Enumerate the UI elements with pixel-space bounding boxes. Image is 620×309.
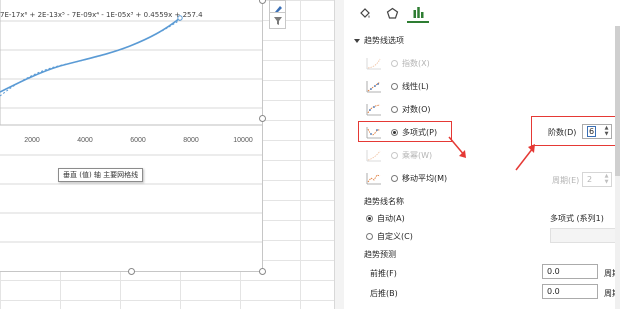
logarithmic-trend-icon <box>364 101 383 118</box>
forward-input[interactable]: 0.0 <box>542 264 598 279</box>
horizontal-gridlines[interactable] <box>0 20 262 243</box>
series-options-bar-icon <box>413 6 423 18</box>
resize-handle-right[interactable] <box>259 115 266 122</box>
linear-label: 线性(L) <box>402 81 429 91</box>
gridline-tooltip: 垂直 (值) 轴 主要网格线 <box>58 168 144 182</box>
chart-filters-button[interactable] <box>269 12 286 29</box>
chart-object[interactable]: 2000 4000 6000 8000 10000 7E-17x⁶ + 2E-1… <box>0 0 263 272</box>
option-power[interactable]: 乘幂(W) <box>364 145 432 165</box>
data-series-line[interactable] <box>0 17 181 93</box>
moving-average-radio[interactable] <box>391 174 398 182</box>
excel-window: 2000 4000 6000 8000 10000 7E-17x⁶ + 2E-1… <box>0 0 620 309</box>
period-spinner[interactable]: 2 ▲ ▼ <box>582 172 612 187</box>
name-auto-value: 多项式 (系列1) <box>550 214 604 223</box>
section-title: 趋势线选项 <box>364 36 404 45</box>
backward-label: 后推(B) <box>370 289 398 298</box>
x-tick-label: 6000 <box>130 137 146 144</box>
tab-fill-line[interactable] <box>354 3 376 23</box>
order-label: 阶数(D) <box>548 128 577 137</box>
red-arrow-polynomial <box>448 136 466 158</box>
exponential-label: 指数(X) <box>402 58 430 68</box>
logarithmic-radio[interactable] <box>391 105 398 113</box>
forecast-header: 趋势预测 <box>364 250 396 259</box>
filter-icon <box>273 16 282 25</box>
trendline-options-section-header[interactable]: 趋势线选项 <box>354 35 404 46</box>
x-tick-label: 8000 <box>183 137 199 144</box>
x-axis[interactable]: 2000 4000 6000 8000 10000 <box>24 137 253 144</box>
linear-radio[interactable] <box>391 82 398 90</box>
trendline-name-header: 趋势线名称 <box>364 197 404 206</box>
order-value: 6 <box>587 126 597 137</box>
option-linear[interactable]: 线性(L) <box>364 76 429 96</box>
x-tick-label: 2000 <box>24 137 40 144</box>
effects-pentagon-icon <box>386 7 398 19</box>
pane-tab-bar <box>344 0 620 26</box>
power-radio[interactable] <box>391 151 398 159</box>
power-trend-icon <box>364 147 383 164</box>
name-custom-label: 自定义(C) <box>377 231 413 241</box>
moving-average-label: 移动平均(M) <box>402 173 448 183</box>
logarithmic-label: 对数(O) <box>402 104 431 114</box>
format-trendline-pane: 趋势线选项 指数(X) 线性(L) 对数(O) 多项式(P) 乘幂(W) 移动平… <box>344 0 620 309</box>
name-auto-option[interactable]: 自动(A) <box>366 208 405 228</box>
name-auto-label: 自动(A) <box>377 213 405 223</box>
option-moving-average[interactable]: 移动平均(M) <box>364 168 447 188</box>
pane-scroll-thumb[interactable] <box>615 26 620 176</box>
moving-average-trend-icon <box>364 170 383 187</box>
period-label: 周期(E) <box>552 176 580 185</box>
exponential-radio[interactable] <box>391 59 398 67</box>
name-custom-radio[interactable] <box>366 232 373 240</box>
order-spin-arrows[interactable]: ▲ ▼ <box>603 125 610 137</box>
name-auto-radio[interactable] <box>366 214 373 222</box>
resize-handle-bottom[interactable] <box>128 268 135 275</box>
resize-handle-bottom-right[interactable] <box>259 268 266 275</box>
order-spinner[interactable]: 6 ▲ ▼ <box>582 124 612 139</box>
collapse-triangle-icon <box>354 38 360 43</box>
backward-value: 0.0 <box>547 287 560 296</box>
red-arrow-order <box>515 144 535 171</box>
pane-scrollbar[interactable] <box>615 26 620 309</box>
period-spin-arrows[interactable]: ▲ ▼ <box>603 173 610 185</box>
trendline-equation-label[interactable]: 7E-17x⁶ + 2E-13x⁵ - 7E-09x⁴ - 1E-05x³ + … <box>0 11 203 19</box>
custom-name-input[interactable] <box>550 228 616 243</box>
exponential-trend-icon <box>364 55 383 72</box>
polynomial-highlight-box <box>358 121 452 142</box>
linear-trend-icon <box>364 78 383 95</box>
power-label: 乘幂(W) <box>402 150 433 160</box>
x-tick-label: 10000 <box>233 137 253 144</box>
tab-trendline-options[interactable] <box>407 3 429 23</box>
forward-value: 0.0 <box>547 267 560 276</box>
chart-plot[interactable]: 2000 4000 6000 8000 10000 <box>0 0 262 272</box>
name-custom-option[interactable]: 自定义(C) <box>366 226 413 246</box>
option-exponential[interactable]: 指数(X) <box>364 53 430 73</box>
fill-line-icon <box>359 7 370 18</box>
forward-label: 前推(F) <box>370 269 397 278</box>
tab-effects[interactable] <box>381 3 403 23</box>
x-tick-label: 4000 <box>77 137 93 144</box>
option-logarithmic[interactable]: 对数(O) <box>364 99 431 119</box>
period-value: 2 <box>587 175 593 184</box>
vertical-scrollbar[interactable] <box>334 0 344 309</box>
backward-input[interactable]: 0.0 <box>542 284 598 299</box>
